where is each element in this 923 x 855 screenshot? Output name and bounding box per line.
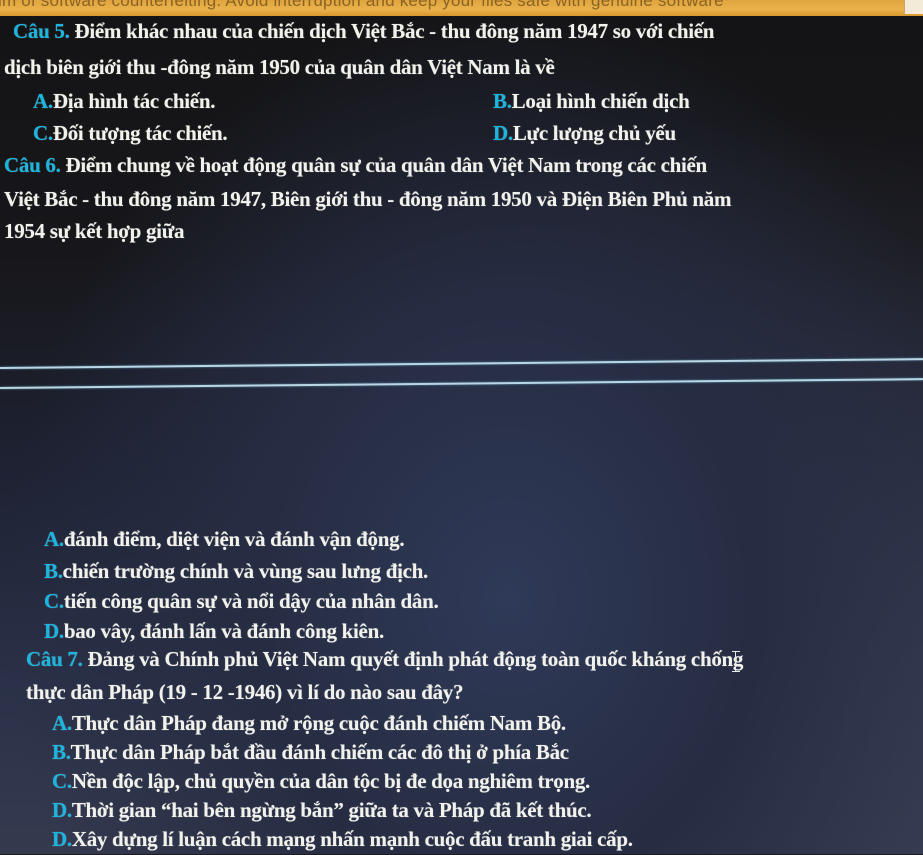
question-6-text-2: Việt Bắc - thu đông năm 1947, Biên giới … [4, 187, 732, 211]
option-label: A. [44, 527, 64, 551]
question-7-text-2: thực dân Pháp (19 - 12 -1946) vì lí do n… [26, 680, 464, 704]
option-text: Thời gian “hai bên ngừng bắn” giữa ta và… [71, 798, 592, 822]
question-6-option-b[interactable]: B.chiến trường chính và vùng sau lưng đị… [44, 556, 428, 587]
question-7-text-1: Đảng và Chính phủ Việt Nam quyết định ph… [82, 647, 744, 671]
question-5-option-a[interactable]: A.Địa hình tác chiến. [33, 86, 215, 117]
question-5-option-d[interactable]: D.Lực lượng chủ yếu [493, 118, 676, 149]
option-label: B. [493, 89, 512, 113]
question-6-label: Câu 6. [4, 153, 61, 177]
question-5-line-1: Câu 5. Điểm khác nhau của chiến dịch Việ… [13, 16, 714, 47]
question-5-text-2: dịch biên giới thu -đông năm 1950 của qu… [4, 55, 555, 79]
option-label: A. [52, 711, 72, 735]
question-7-label: Câu 7. [26, 647, 83, 671]
question-6-line-2: Việt Bắc - thu đông năm 1947, Biên giới … [4, 184, 732, 215]
option-text: bao vây, đánh lấn và đánh công kiên. [63, 619, 384, 643]
question-7-line-1: Câu 7. Đảng và Chính phủ Việt Nam quyết … [26, 644, 743, 675]
option-label: D. [493, 121, 513, 145]
option-text: đánh điểm, diệt viện và đánh vận động. [63, 527, 405, 551]
text-cursor-icon [732, 650, 740, 672]
question-6-option-a[interactable]: A.đánh điểm, diệt viện và đánh vận động. [44, 524, 405, 555]
option-label: C. [44, 589, 64, 613]
question-6-text-1: Điểm chung về hoạt động quân sự của quân… [60, 153, 707, 177]
option-text: Đối tượng tác chiến. [52, 121, 228, 145]
question-7-option-d2[interactable]: D.Xây dựng lí luận cách mạng nhấn mạnh c… [52, 824, 633, 855]
question-7-option-d[interactable]: D.Thời gian “hai bên ngừng bắn” giữa ta … [52, 795, 592, 826]
option-text: Nền độc lập, chủ quyền của dân tộc bị đe… [71, 769, 591, 793]
question-5-line-2: dịch biên giới thu -đông năm 1950 của qu… [4, 52, 555, 83]
option-text: Thực dân Pháp bắt đầu đánh chiếm các đô … [70, 740, 569, 764]
option-text: Địa hình tác chiến. [52, 89, 216, 113]
question-6-text-3: 1954 sự kết hợp giữa [4, 219, 185, 243]
option-label: D. [52, 827, 72, 851]
question-6-line-3: 1954 sự kết hợp giữa [4, 216, 185, 247]
question-5-option-c[interactable]: C.Đối tượng tác chiến. [33, 118, 228, 149]
option-label: A. [33, 89, 53, 113]
notification-bar: im of software counterfeiting. Avoid int… [0, 0, 923, 16]
option-text: Lực lượng chủ yếu [512, 121, 676, 145]
option-text: Thực dân Pháp đang mở rộng cuộc đánh chi… [71, 711, 566, 735]
question-7-line-2: thực dân Pháp (19 - 12 -1946) vì lí do n… [26, 677, 464, 708]
option-text: tiến công quân sự và nổi dậy của nhân dâ… [63, 589, 439, 613]
option-label: C. [33, 121, 53, 145]
option-label: D. [52, 798, 72, 822]
question-6-line-1: Câu 6. Điểm chung về hoạt động quân sự c… [4, 150, 707, 181]
notification-text: im of software counterfeiting. Avoid int… [0, 0, 724, 10]
question-6-option-d[interactable]: D.bao vây, đánh lấn và đánh công kiên. [44, 616, 384, 647]
option-label: C. [52, 769, 72, 793]
option-label: B. [44, 559, 63, 583]
question-7-option-a[interactable]: A.Thực dân Pháp đang mở rộng cuộc đánh c… [52, 708, 566, 739]
question-6-option-c[interactable]: C.tiến công quân sự và nổi dậy của nhân … [44, 586, 439, 617]
option-text: Loại hình chiến dịch [511, 89, 690, 113]
question-5-label: Câu 5. [13, 19, 70, 43]
option-label: B. [52, 740, 71, 764]
question-5-option-b[interactable]: B.Loại hình chiến dịch [493, 86, 690, 117]
notification-close-button[interactable] [904, 0, 923, 14]
question-5-text-1: Điểm khác nhau của chiến dịch Việt Bắc -… [69, 19, 715, 43]
question-7-option-b[interactable]: B.Thực dân Pháp bắt đầu đánh chiếm các đ… [52, 737, 569, 768]
question-7-option-c[interactable]: C.Nền độc lập, chủ quyền của dân tộc bị … [52, 766, 590, 797]
option-label: D. [44, 619, 64, 643]
option-text: Xây dựng lí luận cách mạng nhấn mạnh cuộ… [71, 827, 633, 851]
option-text: chiến trường chính và vùng sau lưng địch… [62, 559, 429, 583]
